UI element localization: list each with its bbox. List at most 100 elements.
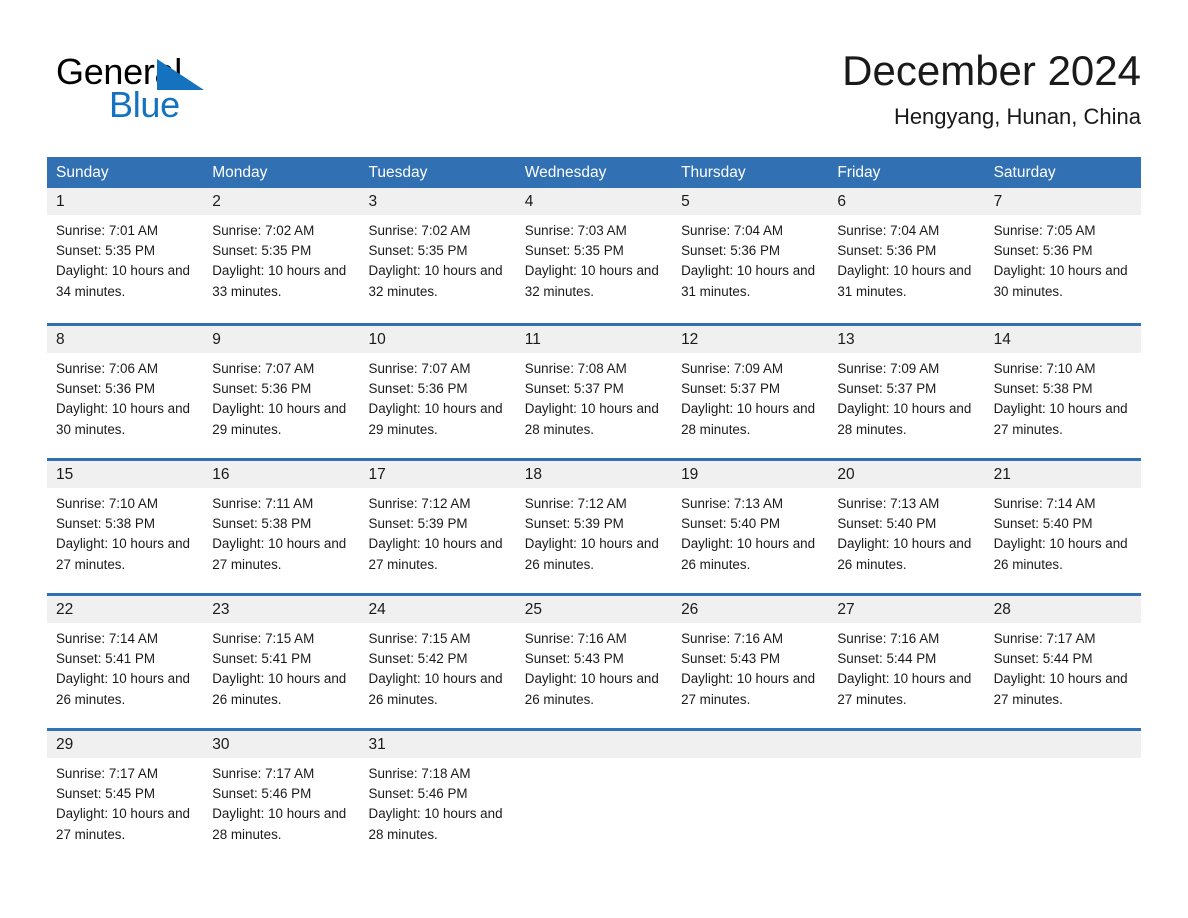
day-cell[interactable]: 19 Sunrise: 7:13 AM Sunset: 5:40 PM Dayligh… (672, 461, 829, 593)
day-cell[interactable]: 13 Sunrise: 7:09 AM Sunset: 5:37 PM Dayligh… (828, 326, 985, 458)
day-cell[interactable]: 11 Sunrise: 7:08 AM Sunset: 5:37 PM Dayligh… (515, 326, 673, 458)
day-cell[interactable]: 29 Sunrise: 7:17 AM Sunset: 5:45 PM Dayligh… (47, 731, 204, 847)
day-cell[interactable]: 10 Sunrise: 7:07 AM Sunset: 5:36 PM Dayligh… (359, 326, 516, 458)
day-cell[interactable]: 17 Sunrise: 7:12 AM Sunset: 5:39 PM Dayligh… (359, 461, 516, 593)
weekday-header-saturday: Saturday (993, 164, 1056, 181)
sunrise-text: Sunrise: 7:04 AM (837, 223, 940, 238)
general-blue-logo[interactable]: General Blue (56, 52, 316, 132)
day-number: 19 (681, 466, 699, 483)
daylight-text: Daylight: 10 hours and 32 minutes. (524, 263, 659, 299)
sunset-text: Sunset: 5:41 PM (56, 651, 155, 667)
day-cell[interactable]: 25 Sunrise: 7:16 AM Sunset: 5:43 PM Dayligh… (515, 596, 673, 728)
sunset-text: Sunset: 5:36 PM (681, 243, 781, 259)
day-number-band: 5 (672, 188, 829, 215)
day-cell[interactable]: 8 Sunrise: 7:06 AM Sunset: 5:36 PM Daylight… (47, 326, 204, 458)
sunset-text: Sunset: 5:36 PM (56, 381, 155, 397)
day-number: 28 (993, 601, 1011, 618)
day-cell[interactable]: 12 Sunrise: 7:09 AM Sunset: 5:37 PM Dayligh… (672, 326, 829, 458)
day-details: Sunrise: 7:02 AM Sunset: 5:35 PM Daylight:… (360, 215, 516, 302)
sunrise-text: Sunrise: 7:17 AM (56, 766, 158, 781)
daylight-text: Daylight: 10 hours and 26 minutes. (524, 536, 659, 572)
day-number-band: 10 (359, 326, 516, 353)
daylight-text: Daylight: 10 hours and 32 minutes. (368, 263, 503, 299)
day-cell[interactable]: 2 Sunrise: 7:02 AM Sunset: 5:35 PM Daylight… (203, 188, 360, 323)
sunset-text: Sunset: 5:44 PM (837, 651, 937, 667)
day-details (985, 758, 1141, 764)
day-cell[interactable]: 7 Sunrise: 7:05 AM Sunset: 5:36 PM Daylight… (984, 188, 1141, 323)
weekday-header-row: Sunday Monday Tuesday Wednesday Thursday… (47, 157, 1141, 188)
calendar-page: General Blue December 2024 Hengyang, Hun… (0, 0, 1188, 918)
day-number-band: 7 (984, 188, 1141, 215)
day-number-band: 22 (47, 596, 204, 623)
day-cell[interactable]: 6 Sunrise: 7:04 AM Sunset: 5:36 PM Daylight… (828, 188, 985, 323)
day-cell[interactable]: 21 Sunrise: 7:14 AM Sunset: 5:40 PM Dayligh… (984, 461, 1141, 593)
day-details: Sunrise: 7:11 AM Sunset: 5:38 PM Daylight:… (203, 488, 359, 575)
title-block: December 2024 Hengyang, Hunan, China (842, 46, 1141, 130)
day-cell[interactable]: 27 Sunrise: 7:16 AM Sunset: 5:44 PM Dayligh… (828, 596, 985, 728)
daylight-text: Daylight: 10 hours and 27 minutes. (56, 806, 190, 842)
sunset-text: Sunset: 5:44 PM (993, 651, 1093, 667)
day-cell[interactable]: 3 Sunrise: 7:02 AM Sunset: 5:35 PM Daylight… (359, 188, 516, 323)
day-details: Sunrise: 7:15 AM Sunset: 5:41 PM Daylight:… (203, 623, 359, 710)
day-details: Sunrise: 7:17 AM Sunset: 5:45 PM Daylight:… (47, 758, 203, 845)
day-cell[interactable]: 23 Sunrise: 7:15 AM Sunset: 5:41 PM Dayligh… (203, 596, 360, 728)
day-number-band (672, 731, 829, 758)
day-cell[interactable]: 24 Sunrise: 7:15 AM Sunset: 5:42 PM Dayligh… (359, 596, 516, 728)
day-details: Sunrise: 7:18 AM Sunset: 5:46 PM Daylight:… (360, 758, 516, 845)
day-cell[interactable]: 15 Sunrise: 7:10 AM Sunset: 5:38 PM Dayligh… (47, 461, 204, 593)
day-cell[interactable]: 9 Sunrise: 7:07 AM Sunset: 5:36 PM Daylight… (203, 326, 360, 458)
sunset-text: Sunset: 5:36 PM (993, 243, 1093, 259)
daylight-text: Daylight: 10 hours and 27 minutes. (212, 536, 347, 572)
sunrise-text: Sunrise: 7:12 AM (368, 496, 471, 511)
day-number-band: 21 (984, 461, 1141, 488)
day-number: 25 (524, 601, 543, 618)
day-cell[interactable]: 30 Sunrise: 7:17 AM Sunset: 5:46 PM Dayligh… (203, 731, 360, 847)
daylight-text: Daylight: 10 hours and 34 minutes. (56, 263, 190, 299)
day-number-band: 15 (47, 461, 204, 488)
day-number: 18 (524, 466, 543, 483)
sunrise-text: Sunrise: 7:14 AM (56, 631, 158, 646)
weekday-header-wednesday: Wednesday (524, 164, 607, 181)
sunset-text: Sunset: 5:39 PM (368, 516, 468, 532)
daylight-text: Daylight: 10 hours and 31 minutes. (681, 263, 816, 299)
sunrise-text: Sunrise: 7:14 AM (993, 496, 1096, 511)
logo-text-blue: Blue (109, 84, 180, 125)
day-cell[interactable]: 1 Sunrise: 7:01 AM Sunset: 5:35 PM Daylight… (47, 188, 204, 323)
daylight-text: Daylight: 10 hours and 26 minutes. (524, 671, 659, 707)
day-details: Sunrise: 7:06 AM Sunset: 5:36 PM Daylight:… (47, 353, 203, 440)
day-cell[interactable]: 28 Sunrise: 7:17 AM Sunset: 5:44 PM Dayligh… (984, 596, 1141, 728)
day-cell[interactable]: 5 Sunrise: 7:04 AM Sunset: 5:36 PM Daylight… (672, 188, 829, 323)
day-cell-empty (984, 731, 1141, 847)
day-details: Sunrise: 7:01 AM Sunset: 5:35 PM Daylight:… (47, 215, 203, 302)
day-details: Sunrise: 7:10 AM Sunset: 5:38 PM Daylight:… (47, 488, 203, 575)
day-details: Sunrise: 7:13 AM Sunset: 5:40 PM Daylight:… (828, 488, 984, 575)
daylight-text: Daylight: 10 hours and 27 minutes. (993, 401, 1128, 437)
daylight-text: Daylight: 10 hours and 30 minutes. (56, 401, 190, 437)
day-cell[interactable]: 16 Sunrise: 7:11 AM Sunset: 5:38 PM Dayligh… (203, 461, 360, 593)
day-cell[interactable]: 4 Sunrise: 7:03 AM Sunset: 5:35 PM Daylight… (515, 188, 673, 323)
day-details: Sunrise: 7:17 AM Sunset: 5:46 PM Daylight:… (203, 758, 359, 845)
day-number-band: 18 (515, 461, 673, 488)
page-title: December 2024 (842, 47, 1141, 94)
sunset-text: Sunset: 5:37 PM (524, 381, 624, 397)
sunset-text: Sunset: 5:35 PM (56, 243, 155, 259)
day-cell[interactable]: 26 Sunrise: 7:16 AM Sunset: 5:43 PM Dayligh… (672, 596, 829, 728)
day-cell[interactable]: 14 Sunrise: 7:10 AM Sunset: 5:38 PM Dayligh… (984, 326, 1141, 458)
day-number: 11 (524, 331, 541, 348)
sunset-text: Sunset: 5:38 PM (212, 516, 312, 532)
day-number: 4 (524, 193, 534, 210)
daylight-text: Daylight: 10 hours and 26 minutes. (993, 536, 1128, 572)
day-cell[interactable]: 22 Sunrise: 7:14 AM Sunset: 5:41 PM Dayligh… (47, 596, 204, 728)
day-cell[interactable]: 18 Sunrise: 7:12 AM Sunset: 5:39 PM Dayligh… (515, 461, 673, 593)
day-cell-empty (515, 731, 673, 847)
day-details: Sunrise: 7:02 AM Sunset: 5:35 PM Daylight:… (203, 215, 359, 302)
day-number-band: 1 (47, 188, 204, 215)
sunrise-text: Sunrise: 7:16 AM (681, 631, 784, 646)
day-number-band: 20 (828, 461, 985, 488)
day-cell[interactable]: 20 Sunrise: 7:13 AM Sunset: 5:40 PM Dayligh… (828, 461, 985, 593)
day-cell[interactable]: 31 Sunrise: 7:18 AM Sunset: 5:46 PM Dayligh… (359, 731, 516, 847)
day-number: 24 (368, 601, 386, 618)
week-row: 1 Sunrise: 7:01 AM Sunset: 5:35 PM Daylight… (47, 188, 1141, 323)
sunrise-text: Sunrise: 7:07 AM (368, 361, 471, 376)
daylight-text: Daylight: 10 hours and 28 minutes. (837, 401, 972, 437)
